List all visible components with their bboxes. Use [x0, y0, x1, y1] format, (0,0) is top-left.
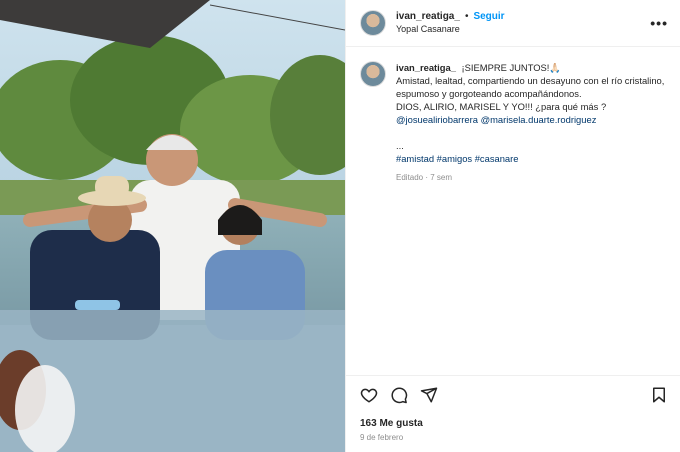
hashtag-link-1[interactable]: #amistad [396, 153, 434, 164]
action-bar [346, 375, 680, 414]
mention-link-2[interactable]: @marisela.duarte.rodriguez [481, 114, 597, 125]
caption-title: ¡SIEMPRE JUNTOS!🙏🏻 [461, 62, 562, 73]
more-options-icon[interactable]: ••• [650, 15, 668, 31]
like-count[interactable]: 163 Me gusta [346, 414, 680, 429]
share-icon[interactable] [420, 386, 438, 404]
post-sidebar: ivan_reatiga_ • Seguir Yopal Casanare ••… [345, 0, 680, 452]
post-caption: ivan_reatiga_ ¡SIEMPRE JUNTOS!🙏🏻 Amistad… [346, 47, 680, 184]
caption-mentions: @josuealiriobarrera @marisela.duarte.rod… [396, 113, 664, 126]
heart-icon[interactable] [360, 386, 378, 404]
photo-people [0, 134, 345, 452]
caption-line-2: Amistad, lealtad, compartiendo un desayu… [396, 75, 665, 86]
caption-username[interactable]: ivan_reatiga_ [396, 62, 456, 73]
hashtag-link-3[interactable]: #casanare [475, 153, 519, 164]
caption-line-4: DIOS, ALIRIO, MARISEL Y YO!!! ¿para qué … [396, 101, 607, 112]
post-location[interactable]: Yopal Casanare [396, 23, 505, 36]
mention-link-1[interactable]: @josuealiriobarrera [396, 114, 478, 125]
comment-icon[interactable] [390, 386, 408, 404]
follow-button[interactable]: Seguir [473, 10, 504, 23]
caption-line-1: ivan_reatiga_ ¡SIEMPRE JUNTOS!🙏🏻 [396, 61, 664, 74]
instagram-post: ivan_reatiga_ • Seguir Yopal Casanare ••… [0, 0, 680, 452]
caption-avatar[interactable] [360, 61, 386, 87]
caption-ellipsis: ... [396, 140, 404, 151]
post-photo[interactable] [0, 0, 345, 452]
author-avatar[interactable] [360, 10, 386, 36]
edited-timestamp: Editado · 7 sem [396, 173, 453, 182]
author-username[interactable]: ivan_reatiga_ [396, 10, 460, 23]
author-info: ivan_reatiga_ • Seguir Yopal Casanare [396, 10, 505, 36]
post-date[interactable]: 9 de febrero [346, 429, 680, 452]
caption-line-3: espumoso y gorgoteando acompañándonos. [396, 88, 582, 99]
comments-area [346, 184, 680, 375]
separator-dot: • [464, 11, 469, 22]
post-header: ivan_reatiga_ • Seguir Yopal Casanare ••… [346, 0, 680, 47]
author-row: ivan_reatiga_ • Seguir [396, 10, 505, 23]
bookmark-icon[interactable] [650, 386, 668, 404]
caption-body: ivan_reatiga_ ¡SIEMPRE JUNTOS!🙏🏻 Amistad… [396, 61, 664, 184]
hashtag-link-2[interactable]: #amigos [437, 153, 472, 164]
caption-hashtags: #amistad #amigos #casanare [396, 152, 664, 165]
photo-umbrella [0, 0, 345, 48]
